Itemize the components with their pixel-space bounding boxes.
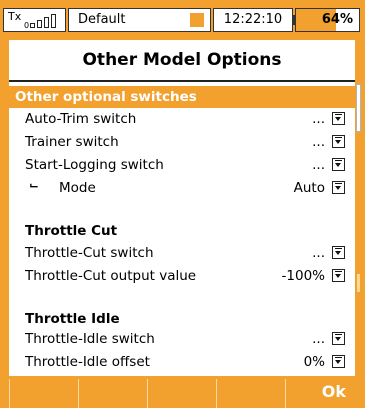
list-item-throttle-cut-output[interactable]: Throttle-Cut output value -100% [9, 265, 355, 287]
list-item-throttle-idle-switch[interactable]: Throttle-Idle switch ... [9, 328, 355, 350]
item-label: Throttle-Cut switch [25, 245, 154, 261]
list-item-auto-trim-switch[interactable]: Auto-Trim switch ... [9, 108, 355, 130]
list-item-throttle-idle-offset[interactable]: Throttle-Idle offset 0% [9, 351, 355, 373]
item-value: 0% [303, 354, 325, 370]
item-label: Throttle-Cut output value [25, 268, 197, 284]
scrollbar[interactable] [355, 84, 365, 374]
item-label: Mode [59, 180, 96, 196]
item-value: ... [312, 331, 325, 347]
softkey-1[interactable] [9, 379, 78, 408]
item-label: Throttle-Idle switch [25, 331, 155, 347]
left-frame [0, 40, 9, 376]
dropdown-icon[interactable] [332, 269, 345, 282]
model-name-box: Default [68, 8, 211, 32]
section-header-throttle-idle: Throttle Idle [9, 308, 355, 330]
section-header-optional-switches[interactable]: Other optional switches [9, 86, 355, 108]
item-label: Start-Logging switch [25, 157, 164, 173]
softkey-2[interactable] [78, 379, 147, 408]
dropdown-icon[interactable] [332, 135, 345, 148]
list-item-throttle-cut-switch[interactable]: Throttle-Cut switch ... [9, 242, 355, 264]
item-label: Trainer switch [25, 134, 119, 150]
item-label: Auto-Trim switch [25, 111, 137, 127]
softkey-3[interactable] [147, 379, 216, 408]
item-value: ... [312, 157, 325, 173]
item-label: Throttle-Idle offset [25, 354, 150, 370]
status-bar: Tx 0 Default 12:22:10 64% [0, 0, 365, 40]
item-value: ... [312, 111, 325, 127]
section-title: Throttle Idle [25, 311, 120, 327]
list-item-trainer-switch[interactable]: Trainer switch ... [9, 131, 355, 153]
list-item-mode[interactable]: ⌙ Mode Auto [9, 177, 355, 199]
options-list: Other optional switches Auto-Trim switch… [9, 84, 355, 376]
item-value: ... [312, 134, 325, 150]
battery-icon [292, 15, 295, 25]
softkey-bar: Ok [0, 376, 365, 408]
section-title: Throttle Cut [25, 223, 118, 239]
tx-label: Tx [8, 10, 22, 23]
section-header-throttle-cut: Throttle Cut [9, 220, 355, 242]
page-title-bar: Other Model Options [9, 40, 355, 82]
rx-label: 0 [24, 21, 30, 30]
ok-button[interactable]: Ok [285, 379, 355, 408]
clock-time: 12:22:10 [223, 12, 283, 27]
tx-signal-indicator: Tx 0 [3, 8, 66, 32]
item-value: Auto [293, 180, 325, 196]
page-title: Other Model Options [82, 50, 282, 70]
dropdown-icon[interactable] [332, 158, 345, 171]
clock: 12:22:10 [213, 8, 293, 32]
sub-item-corner-icon: ⌙ [29, 178, 40, 192]
scroll-thumb[interactable] [356, 84, 361, 132]
item-value: -100% [281, 268, 325, 284]
dropdown-icon[interactable] [332, 112, 345, 125]
section-title: Other optional switches [15, 89, 197, 105]
dropdown-icon[interactable] [332, 246, 345, 259]
signal-bars-icon [30, 14, 62, 28]
softkey-4[interactable] [216, 379, 285, 408]
dropdown-icon[interactable] [332, 355, 345, 368]
model-name: Default [78, 12, 126, 27]
battery-indicator: 64% [292, 8, 360, 32]
status-indicator-icon [190, 13, 204, 27]
dropdown-icon[interactable] [332, 181, 345, 194]
item-value: ... [312, 245, 325, 261]
list-item-start-logging-switch[interactable]: Start-Logging switch ... [9, 154, 355, 176]
dropdown-icon[interactable] [332, 332, 345, 345]
ok-label: Ok [321, 382, 346, 401]
battery-percent: 64% [321, 12, 353, 27]
scroll-marker [357, 274, 360, 292]
